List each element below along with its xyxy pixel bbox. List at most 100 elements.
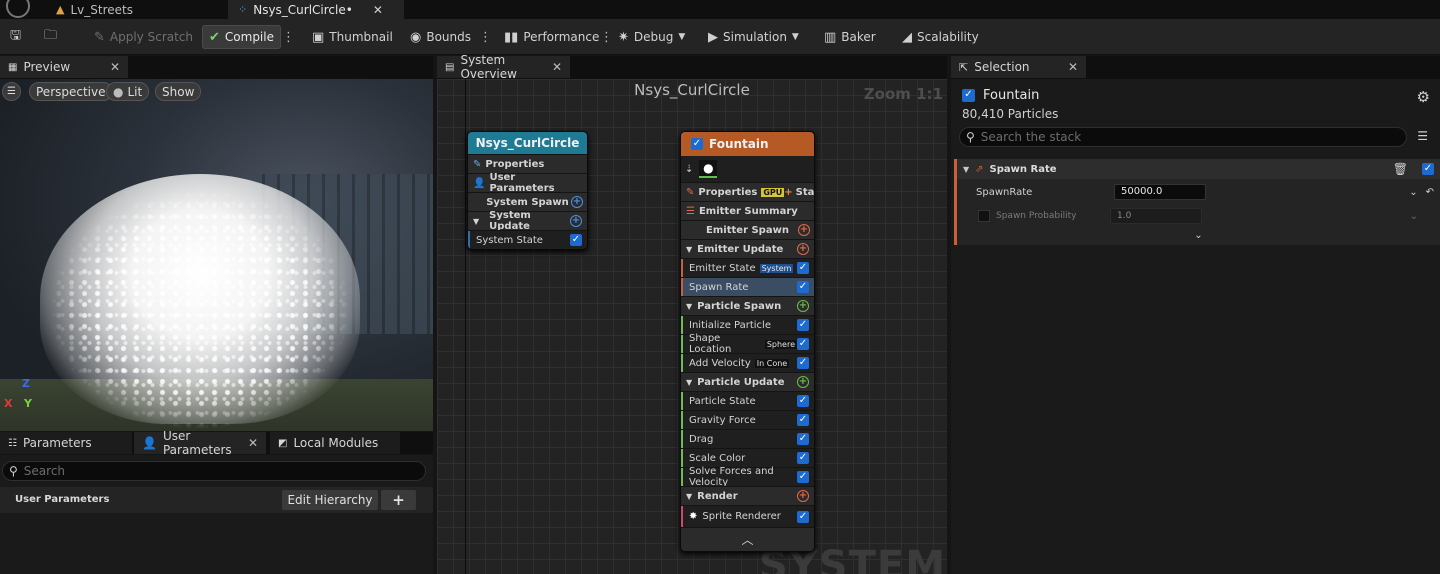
particle-update-row[interactable]: ▼ Particle Update +	[681, 372, 814, 391]
enable-checkbox[interactable]: ✓	[797, 338, 809, 350]
close-icon[interactable]: ✕	[373, 3, 383, 17]
apply-scratch-button[interactable]: ✎ Apply Scratch	[90, 25, 197, 49]
add-module-icon[interactable]: +	[797, 376, 809, 388]
collapse-triangle-icon[interactable]: ▼	[686, 378, 692, 387]
initialize-particle-row[interactable]: Initialize Particle ✓	[681, 315, 814, 334]
emitter-spawn-row[interactable]: Emitter Spawn +	[681, 220, 814, 239]
baker-button[interactable]: ▥ Baker	[820, 25, 880, 49]
close-icon[interactable]: ✕	[248, 436, 258, 450]
unreal-logo-icon[interactable]	[6, 0, 30, 18]
bounds-button[interactable]: ◉ Bounds	[406, 25, 475, 49]
debug-button[interactable]: ✷ Debug ▼	[614, 25, 689, 49]
show-button[interactable]: Show	[155, 82, 202, 101]
stack-search-input[interactable]: ⚲ Search the stack	[959, 127, 1407, 147]
performance-button[interactable]: ▮▮ Performance	[500, 25, 603, 49]
emitter-summary-row[interactable]: ☰ Emitter Summary	[681, 201, 814, 220]
emitter-update-row[interactable]: ▼ Emitter Update +	[681, 239, 814, 258]
collapse-triangle-icon[interactable]: ▼	[686, 302, 692, 311]
particle-state-row[interactable]: Particle State ✓	[681, 391, 814, 410]
scale-color-row[interactable]: Scale Color ✓	[681, 448, 814, 467]
system-node[interactable]: Nsys_CurlCircle ✎ Properties 👤 User Para…	[467, 131, 588, 250]
viewport-menu-button[interactable]: ☰	[2, 82, 21, 101]
lit-button[interactable]: ● Lit	[106, 82, 150, 101]
enable-checkbox[interactable]: ✓	[570, 234, 582, 246]
browse-button[interactable]: 🗀	[40, 25, 61, 49]
add-module-icon[interactable]: +	[798, 224, 810, 236]
spawn-probability-checkbox[interactable]	[978, 210, 990, 222]
emitter-thumbnail-icon[interactable]: ●	[699, 160, 718, 178]
drag-row[interactable]: Drag ✓	[681, 429, 814, 448]
enable-checkbox[interactable]: ✓	[797, 262, 809, 274]
collapse-triangle-icon[interactable]: ▼	[473, 217, 479, 226]
enable-checkbox[interactable]: ✓	[797, 414, 809, 426]
emitter-state-row[interactable]: Emitter State System ✓	[681, 258, 814, 277]
add-velocity-row[interactable]: Add Velocity In Cone ✓	[681, 353, 814, 372]
render-row[interactable]: ▼ Render +	[681, 486, 814, 505]
spawn-rate-module-header[interactable]: ▼ ⇗ Spawn Rate 🗑 ✓	[957, 159, 1440, 179]
tab-nsys-curlcircle[interactable]: ⁘ Nsys_CurlCircle• ✕	[228, 0, 404, 19]
collapse-triangle-icon[interactable]: ▼	[686, 245, 692, 254]
enable-checkbox[interactable]: ✓	[797, 452, 809, 464]
gear-icon[interactable]: ⚙	[1417, 88, 1430, 106]
simulation-button[interactable]: ▶ Simulation ▼	[704, 25, 803, 49]
preview-viewport[interactable]: Z Y X	[0, 79, 433, 431]
tab-user-parameters[interactable]: 👤 User Parameters ✕	[134, 429, 266, 457]
trash-icon[interactable]: 🗑	[1393, 162, 1408, 176]
thumbnail-button[interactable]: ▣ Thumbnail	[308, 25, 397, 49]
enable-checkbox[interactable]: ✓	[797, 395, 809, 407]
scalability-button[interactable]: ◢ Scalability	[898, 25, 983, 49]
parameters-search-input[interactable]: ⚲ Search	[2, 461, 426, 481]
filter-icon[interactable]: ☰	[1417, 129, 1428, 143]
emitter-enable-checkbox[interactable]: ✓	[962, 89, 975, 102]
perspective-button[interactable]: Perspective	[29, 82, 113, 101]
emitter-node-fountain[interactable]: ✓ Fountain ⇣ ● ✎ Properties GPU + Stage …	[680, 131, 815, 552]
enable-checkbox[interactable]: ✓	[797, 471, 809, 483]
tab-lv-streets[interactable]: ▲ Lv_Streets	[46, 0, 143, 19]
spawn-rate-row[interactable]: Spawn Rate ✓	[681, 277, 814, 296]
collapse-node-button[interactable]: ︿	[681, 527, 814, 551]
sprite-renderer-row[interactable]: ✸ Sprite Renderer ✓	[681, 505, 814, 527]
enable-checkbox[interactable]: ✓	[797, 433, 809, 445]
system-overview-graph[interactable]: Nsys_CurlCircle Zoom 1:1 SYSTEM Nsys_Cur…	[437, 79, 947, 574]
compile-options-icon[interactable]: ⋮	[278, 25, 299, 49]
bounds-options-icon[interactable]: ⋮	[475, 25, 496, 49]
tab-local-modules[interactable]: ◩ Local Modules	[270, 432, 400, 454]
solve-forces-row[interactable]: Solve Forces and Velocity ✓	[681, 466, 814, 488]
system-node-title[interactable]: Nsys_CurlCircle	[468, 132, 587, 154]
tab-parameters[interactable]: ☷ Parameters	[0, 432, 132, 454]
system-state-row[interactable]: System State ✓	[468, 230, 587, 249]
enable-checkbox[interactable]: ✓	[797, 281, 809, 293]
emitter-enable-checkbox[interactable]: ✓	[691, 138, 703, 150]
system-properties-row[interactable]: ✎ Properties	[468, 154, 587, 173]
add-module-icon[interactable]: +	[570, 215, 582, 227]
system-spawn-row[interactable]: System Spawn +	[468, 192, 587, 211]
emitter-node-title[interactable]: ✓ Fountain	[681, 132, 814, 156]
collapse-triangle-icon[interactable]: ▼	[963, 165, 969, 174]
chevron-down-icon[interactable]: ⌄	[1409, 187, 1417, 198]
tab-selection[interactable]: ⇱ Selection ✕	[951, 56, 1086, 78]
compile-button[interactable]: ✔ Compile	[202, 25, 281, 49]
emitter-pin-icon[interactable]: ⇣	[685, 164, 693, 175]
close-icon[interactable]: ✕	[110, 60, 120, 74]
expand-module-button[interactable]: ⌄	[957, 227, 1440, 243]
stage-label[interactable]: Stage	[796, 187, 814, 198]
add-module-icon[interactable]: +	[797, 243, 809, 255]
close-icon[interactable]: ✕	[1068, 60, 1078, 74]
add-module-icon[interactable]: +	[797, 490, 809, 502]
add-module-icon[interactable]: +	[571, 196, 583, 208]
tab-preview[interactable]: ▦ Preview ✕	[0, 56, 128, 78]
edit-hierarchy-button[interactable]: Edit Hierarchy	[282, 490, 378, 510]
system-user-parameters-row[interactable]: 👤 User Parameters	[468, 172, 587, 194]
tab-system-overview[interactable]: ▤ System Overview ✕	[437, 53, 570, 81]
system-update-row[interactable]: ▼ System Update +	[468, 210, 587, 232]
collapse-triangle-icon[interactable]: ▼	[686, 492, 692, 501]
save-button[interactable]: 🖫	[6, 25, 25, 49]
gravity-force-row[interactable]: Gravity Force ✓	[681, 410, 814, 429]
add-module-icon[interactable]: +	[797, 300, 809, 312]
particle-spawn-row[interactable]: ▼ Particle Spawn +	[681, 296, 814, 315]
reset-arrow-icon[interactable]: ↶	[1426, 187, 1434, 198]
enable-checkbox[interactable]: ✓	[797, 510, 809, 523]
shape-location-row[interactable]: Shape Location Sphere ✓	[681, 333, 814, 355]
module-enable-checkbox[interactable]: ✓	[1422, 163, 1434, 175]
spawn-rate-value-field[interactable]: 50000.0	[1114, 184, 1206, 200]
